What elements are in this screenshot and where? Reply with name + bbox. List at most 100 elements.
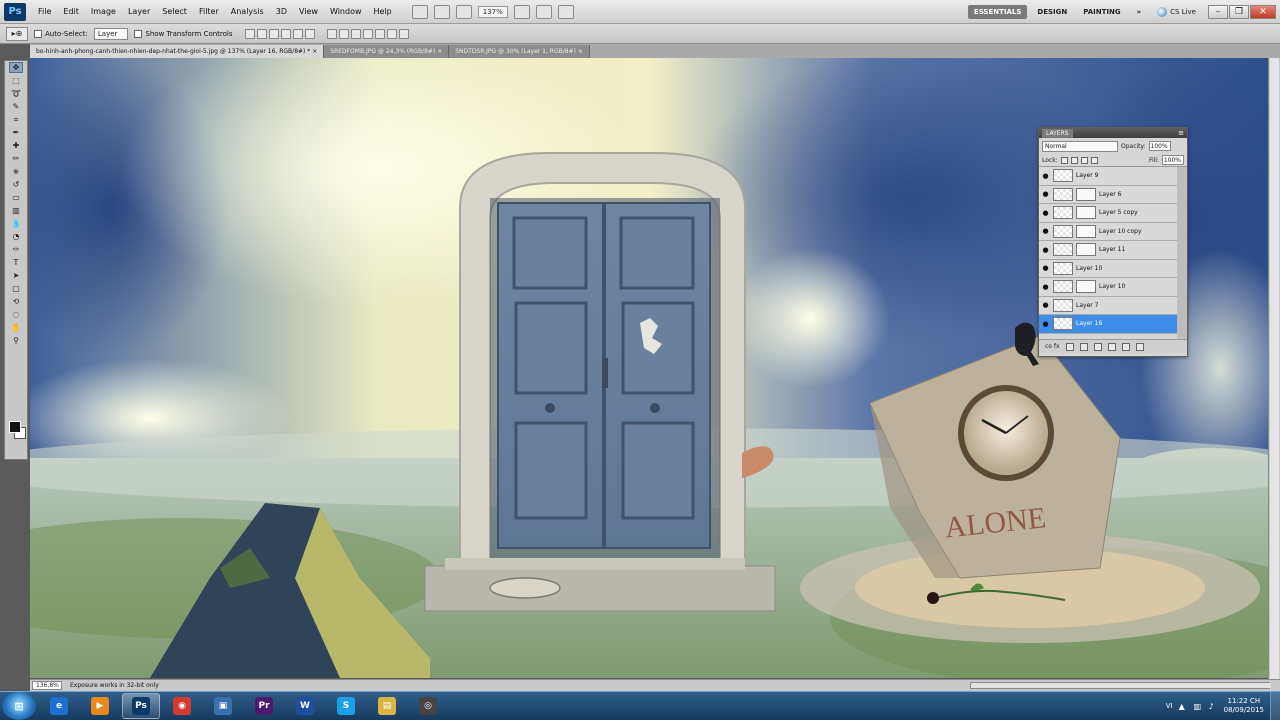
show-transform-checkbox[interactable]: [134, 29, 143, 38]
start-button[interactable]: ⊞: [2, 692, 36, 720]
taskbar-media-button[interactable]: ▶: [81, 693, 119, 719]
layer-thumbnail[interactable]: [1053, 261, 1073, 275]
workspace-design[interactable]: DESIGN: [1031, 5, 1073, 19]
vertical-scroll-thumb[interactable]: [1270, 58, 1279, 679]
network-icon[interactable]: ▥: [1194, 702, 1203, 711]
layer-mask-thumbnail[interactable]: [1076, 187, 1096, 201]
layer-thumbnail[interactable]: [1053, 169, 1073, 183]
menu-analysis[interactable]: Analysis: [225, 0, 270, 24]
new-group-icon[interactable]: [1107, 342, 1116, 351]
foreground-color-swatch[interactable]: [9, 421, 21, 433]
auto-select-dropdown[interactable]: Layer: [93, 27, 129, 40]
align-left-icon[interactable]: [280, 28, 291, 39]
new-adjustment-icon[interactable]: [1093, 342, 1102, 351]
visibility-eye-icon[interactable]: ●: [1041, 301, 1050, 310]
fill-field[interactable]: 100%: [1162, 155, 1184, 165]
layer-row[interactable]: ● Layer 10: [1039, 278, 1177, 297]
lock-all-icon[interactable]: [1090, 156, 1098, 164]
align-right-icon[interactable]: [304, 28, 315, 39]
tray-expand-icon[interactable]: ▲: [1179, 702, 1188, 711]
auto-select-option[interactable]: Auto-Select:: [34, 29, 88, 38]
arrange-documents-icon[interactable]: [535, 4, 552, 19]
layer-name[interactable]: Layer 9: [1076, 172, 1098, 179]
layer-thumbnail[interactable]: [1053, 224, 1073, 238]
tab-document-2[interactable]: SREDFOMB.JPG @ 24,3% (RGB/8#) ×: [324, 45, 450, 58]
menu-filter[interactable]: Filter: [193, 0, 225, 24]
align-hcenter-icon[interactable]: [292, 28, 303, 39]
shape-tool-icon[interactable]: ▢: [9, 283, 23, 294]
layer-name[interactable]: Layer 7: [1076, 302, 1098, 309]
layer-row[interactable]: ● Layer 11: [1039, 241, 1177, 260]
distribute-top-icon[interactable]: [326, 28, 337, 39]
taskbar-word-button[interactable]: W: [286, 693, 324, 719]
auto-select-checkbox[interactable]: [34, 29, 42, 38]
taskbar-photoshop-button[interactable]: Ps: [122, 693, 160, 719]
layer-name[interactable]: Layer 16: [1076, 320, 1102, 327]
type-tool-icon[interactable]: T: [9, 257, 23, 268]
blur-tool-icon[interactable]: 💧: [9, 218, 23, 229]
layer-row[interactable]: ● Layer 16: [1039, 315, 1177, 334]
tab-document-3[interactable]: SNDTDSR.JPG @ 30% (Layer 1, RGB/8#) ×: [449, 45, 590, 58]
visibility-eye-icon[interactable]: ●: [1041, 264, 1050, 273]
clock[interactable]: 11:22 CH 08/09/2015: [1224, 697, 1264, 715]
extras-icon[interactable]: [455, 4, 472, 19]
quick-select-tool-icon[interactable]: ✎: [9, 101, 23, 112]
layer-name[interactable]: Layer 6: [1099, 191, 1121, 198]
lock-image-icon[interactable]: [1070, 156, 1078, 164]
delete-layer-icon[interactable]: [1135, 342, 1144, 351]
visibility-eye-icon[interactable]: ●: [1041, 190, 1050, 199]
dodge-tool-icon[interactable]: ◔: [9, 231, 23, 242]
brush-tool-icon[interactable]: ✏: [9, 153, 23, 164]
history-brush-tool-icon[interactable]: ↺: [9, 179, 23, 190]
layer-mask-thumbnail[interactable]: [1076, 280, 1096, 294]
restore-button[interactable]: ❐: [1229, 4, 1249, 19]
taskbar-premiere-button[interactable]: Pr: [245, 693, 283, 719]
language-indicator[interactable]: VI: [1166, 702, 1173, 710]
taskbar-skype-button[interactable]: S: [327, 693, 365, 719]
taskbar-chrome-button[interactable]: ◉: [163, 693, 201, 719]
status-doc-info[interactable]: Exposure works in 32-bit only: [70, 682, 159, 689]
show-desktop-button[interactable]: [1270, 691, 1280, 720]
menu-edit[interactable]: Edit: [57, 0, 85, 24]
3d-rotate-tool-icon[interactable]: ⟲: [9, 296, 23, 307]
layer-thumbnail[interactable]: [1053, 317, 1073, 331]
layer-row[interactable]: ● Layer 9: [1039, 167, 1177, 186]
crop-tool-icon[interactable]: ⌗: [9, 114, 23, 125]
layer-thumbnail[interactable]: [1053, 206, 1073, 220]
visibility-eye-icon[interactable]: ●: [1041, 282, 1050, 291]
auto-align-icon[interactable]: [398, 28, 409, 39]
blend-mode-dropdown[interactable]: Normal: [1042, 140, 1118, 152]
layer-thumbnail[interactable]: [1053, 243, 1073, 257]
distribute-bottom-icon[interactable]: [350, 28, 361, 39]
distribute-hcenter-icon[interactable]: [374, 28, 385, 39]
zoom-tool-icon[interactable]: ⚲: [9, 335, 23, 346]
close-button[interactable]: ✕: [1250, 4, 1276, 19]
workspace-more[interactable]: »: [1131, 5, 1148, 19]
healing-tool-icon[interactable]: ✚: [9, 140, 23, 151]
distribute-left-icon[interactable]: [362, 28, 373, 39]
align-vcenter-icon[interactable]: [256, 28, 267, 39]
layer-name[interactable]: Layer 11: [1099, 246, 1125, 253]
status-zoom-field[interactable]: 136,8%: [32, 681, 62, 690]
new-layer-icon[interactable]: [1121, 342, 1130, 351]
screen-mode-icon[interactable]: [557, 4, 574, 19]
lock-transparency-icon[interactable]: [1060, 156, 1068, 164]
panel-menu-icon[interactable]: ≡: [1178, 129, 1184, 137]
menu-image[interactable]: Image: [85, 0, 122, 24]
visibility-eye-icon[interactable]: ●: [1041, 208, 1050, 217]
tab-document-1[interactable]: bo-hinh-anh-phong-canh-thien-nhien-dep-n…: [30, 45, 325, 58]
vertical-scrollbar[interactable]: [1268, 58, 1280, 679]
link-layers-icon[interactable]: co fx: [1045, 343, 1060, 351]
layer-name[interactable]: Layer 10: [1076, 265, 1102, 272]
visibility-eye-icon[interactable]: ●: [1041, 171, 1050, 180]
menu-layer[interactable]: Layer: [122, 0, 156, 24]
layer-row[interactable]: ● Layer 5 copy: [1039, 204, 1177, 223]
menu-help[interactable]: Help: [368, 0, 398, 24]
taskbar-ie-button[interactable]: e: [40, 693, 78, 719]
taskbar-explorer-button[interactable]: ▤: [368, 693, 406, 719]
launch-bridge-icon[interactable]: [411, 4, 428, 19]
tool-preset-picker[interactable]: ▸⊕: [6, 26, 28, 41]
add-style-icon[interactable]: [1065, 342, 1074, 351]
show-transform-option[interactable]: Show Transform Controls: [134, 29, 233, 38]
visibility-eye-icon[interactable]: ●: [1041, 319, 1050, 328]
